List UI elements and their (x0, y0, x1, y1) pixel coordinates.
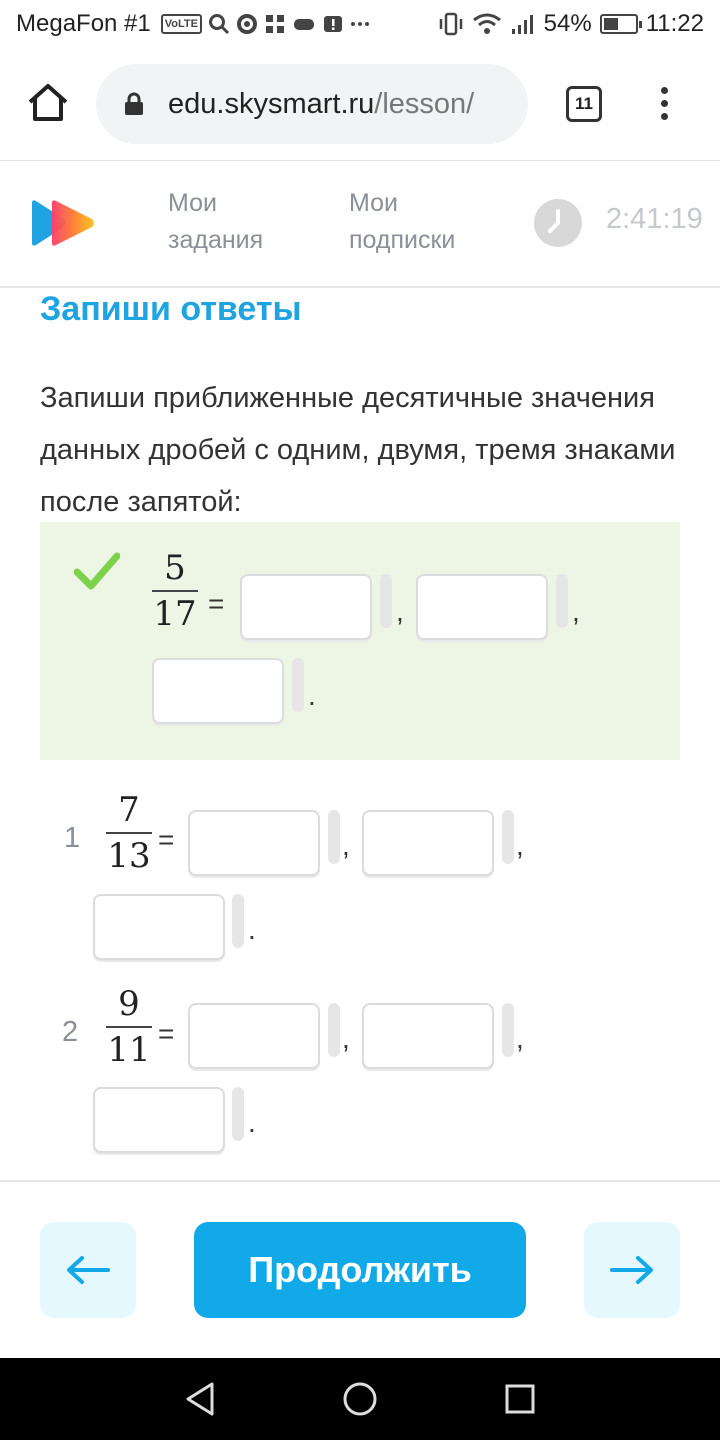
carrier-name: MegaFon #1 (16, 10, 151, 37)
vibrate-icon (439, 12, 462, 36)
arrow-right-icon (610, 1256, 653, 1284)
fraction-numerator: 7 (118, 790, 140, 830)
nav-my-subscriptions[interactable]: Мои подписки (349, 185, 455, 259)
home-icon[interactable] (26, 82, 70, 122)
overflow-menu-icon[interactable] (652, 84, 676, 124)
task-2-answer-2[interactable] (362, 1003, 494, 1069)
status-icons: VoLTE (160, 13, 370, 35)
fraction-denominator: 13 (107, 836, 151, 876)
equals-sign: = (158, 824, 175, 855)
fraction-bar (152, 590, 198, 592)
end-period: . (248, 914, 256, 945)
example-answer-1-tab (380, 574, 392, 628)
status-bar: MegaFon #1 VoLTE 54% 11:22 (0, 0, 720, 50)
example-answer-1 (240, 574, 372, 640)
arrow-left-icon (67, 1256, 110, 1284)
separator-comma: , (342, 830, 350, 861)
example-box: 5 17 = , , . (40, 522, 680, 760)
task-1-answer-2[interactable] (362, 810, 494, 876)
fraction-bar (106, 1026, 152, 1028)
next-button[interactable] (584, 1222, 680, 1318)
back-icon[interactable] (184, 1381, 216, 1417)
task-2-answer-3[interactable] (93, 1087, 225, 1153)
example-answer-2-tab (556, 574, 568, 628)
url-text: edu.skysmart.ru/lesson/ (168, 88, 474, 121)
task-1-answer-1[interactable] (188, 810, 320, 876)
section-title: Запиши ответы (40, 290, 302, 328)
skysmart-logo[interactable] (30, 199, 98, 247)
fraction-numerator: 9 (118, 984, 140, 1024)
task-1-answer-3[interactable] (93, 894, 225, 960)
signal-icon (511, 15, 533, 34)
battery-icon (599, 14, 642, 34)
nav-my-tasks-line2: задания (168, 226, 264, 254)
separator-comma: , (516, 1023, 524, 1054)
more-icon (350, 22, 369, 26)
example-answer-2 (416, 574, 548, 640)
end-period: . (248, 1107, 256, 1138)
fraction-denominator: 11 (107, 1030, 151, 1070)
game-icon (293, 19, 314, 30)
task-number: 1 (64, 822, 81, 854)
task-1-answer-2-tab (502, 810, 514, 864)
battery-fill (603, 18, 619, 30)
end-period: . (308, 680, 316, 711)
tabs-icon[interactable]: 11 (566, 86, 602, 122)
sync-icon (236, 14, 257, 34)
system-nav-bar (0, 1358, 720, 1440)
recents-icon[interactable] (504, 1381, 536, 1417)
lesson-timer: 2:41:19 (606, 203, 703, 235)
url-path: /lesson/ (374, 88, 475, 120)
separator-comma: , (572, 596, 580, 627)
equals-sign: = (158, 1018, 175, 1049)
task-2-fraction: 9 11 (106, 984, 152, 1070)
battery-percent: 54% (543, 10, 592, 37)
task-2-answer-2-tab (502, 1003, 514, 1057)
clock-icon (534, 199, 582, 247)
checkmark-icon (74, 552, 120, 590)
lock-icon (125, 92, 143, 115)
fraction-bar (106, 832, 152, 834)
task-2-answer-1-tab (328, 1003, 340, 1057)
app-header: Мои задания Мои подписки 2:41:19 (0, 160, 720, 288)
apps-icon (265, 15, 284, 33)
search-icon (208, 14, 230, 35)
task-1-fraction: 7 13 (106, 790, 152, 876)
browser-toolbar: edu.skysmart.ru/lesson/ 11 (0, 50, 720, 160)
example-answer-3-tab (292, 658, 304, 712)
alert-icon (323, 16, 342, 32)
example-answer-3 (152, 658, 284, 724)
home-circle-icon[interactable] (342, 1381, 378, 1417)
prev-button[interactable] (40, 1222, 136, 1318)
continue-button[interactable]: Продолжить (194, 1222, 526, 1318)
address-bar[interactable]: edu.skysmart.ru/lesson/ (96, 64, 528, 144)
nav-my-tasks-line1: Мои (168, 189, 217, 217)
separator-comma: , (342, 1023, 350, 1054)
fraction-denominator: 17 (153, 594, 197, 634)
volte-icon: VoLTE (160, 14, 202, 34)
wifi-icon (472, 13, 501, 34)
task-1-answer-1-tab (328, 810, 340, 864)
status-left: MegaFon #1 VoLTE (16, 10, 370, 38)
nav-my-subscriptions-line1: Мои (349, 189, 398, 217)
footer-divider (0, 1180, 720, 1182)
nav-my-subscriptions-line2: подписки (349, 226, 456, 254)
example-fraction: 5 17 (152, 548, 198, 634)
task-1-answer-3-tab (232, 894, 244, 948)
equals-sign: = (208, 588, 225, 619)
separator-comma: , (516, 830, 524, 861)
status-right: 54% 11:22 (438, 10, 704, 38)
task-instruction: Запиши приближенные десятичные значения … (40, 382, 676, 518)
task-2-answer-1[interactable] (188, 1003, 320, 1069)
task-number: 2 (62, 1016, 79, 1048)
fraction-numerator: 5 (164, 548, 186, 588)
task-2-answer-3-tab (232, 1087, 244, 1141)
nav-my-tasks[interactable]: Мои задания (168, 185, 263, 259)
url-domain: edu.skysmart.ru (168, 88, 375, 120)
clock-time: 11:22 (645, 10, 704, 37)
separator-comma: , (396, 596, 404, 627)
